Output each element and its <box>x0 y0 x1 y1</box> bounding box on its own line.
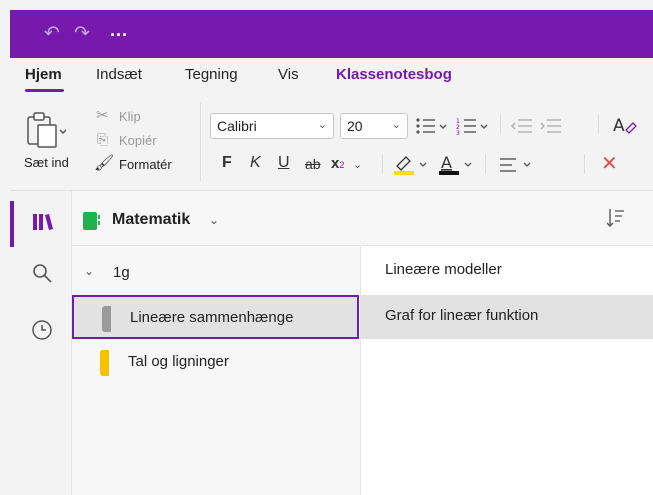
svg-text:A: A <box>441 153 452 172</box>
active-nav-indicator <box>10 201 14 247</box>
font-size-value: 20 <box>347 118 363 134</box>
bullet-list-icon <box>416 118 447 134</box>
title-bar: ↶ ↷ ... <box>10 10 653 58</box>
decrease-indent-icon <box>511 119 532 133</box>
divider <box>598 114 599 134</box>
alignment-button[interactable] <box>498 155 538 180</box>
tab-vis[interactable]: Vis <box>278 66 299 83</box>
notebook-title[interactable]: Matematik <box>112 211 190 229</box>
chevron-down-icon: ⌄ <box>317 119 327 131</box>
section-label: Lineære sammenhænge <box>130 309 294 326</box>
format-painter-icon: 🖌 <box>94 155 115 172</box>
sections-list: ⌄ 1g Lineære sammenhænge Tal og ligninge… <box>72 246 361 495</box>
notebook-panel: Matematik ⌄ ⌄ 1g Lineære sammenhænge Tal… <box>72 191 653 495</box>
undo-icon[interactable]: ↶ <box>44 24 60 44</box>
divider <box>200 103 201 181</box>
page-label: Graf for lineær funktion <box>385 307 539 324</box>
text-style-icon: A <box>613 116 637 136</box>
subscript-button[interactable]: x2 ⌄ <box>331 155 362 173</box>
tab-indsaet[interactable]: Indsæt <box>96 66 142 83</box>
clipboard-icon <box>27 112 67 148</box>
tab-hjem[interactable]: Hjem <box>25 66 62 83</box>
page-item-selected[interactable]: Graf for lineær funktion <box>361 295 653 339</box>
align-left-icon <box>500 158 531 172</box>
clock-icon[interactable] <box>31 319 53 341</box>
section-color-tab <box>102 306 111 332</box>
redo-icon[interactable]: ↷ <box>74 24 90 44</box>
copy-button[interactable]: Kopiér <box>119 133 157 148</box>
divider <box>500 114 501 134</box>
page-item[interactable]: Lineære modeller <box>361 249 653 293</box>
bullet-list-button[interactable] <box>415 116 451 141</box>
section-group-label: 1g <box>113 264 130 281</box>
format-painter-button[interactable]: Formatér <box>119 157 172 172</box>
section-group[interactable]: ⌄ 1g <box>72 254 361 290</box>
more-options-button[interactable]: ... <box>110 20 128 41</box>
font-family-value: Calibri <box>217 118 257 134</box>
divider <box>382 154 383 174</box>
section-item-numbers[interactable]: Tal og ligninger <box>72 341 359 385</box>
cut-button[interactable]: Klip <box>119 109 141 124</box>
section-item-linear[interactable]: Lineære sammenhænge <box>72 295 359 339</box>
strikethrough-button[interactable]: ab <box>305 156 321 172</box>
ribbon: Hjem Indsæt Tegning Vis Klassenotesbog S… <box>10 58 653 191</box>
paste-button[interactable] <box>24 110 67 150</box>
font-color-button[interactable]: A <box>438 152 478 181</box>
notebook-icon <box>83 212 100 230</box>
navigation-rail <box>10 191 72 495</box>
subscript-two-glyph: 2 <box>339 160 345 170</box>
highlighter-icon <box>394 156 427 175</box>
tab-klassenotesbog[interactable]: Klassenotesbog <box>336 66 452 83</box>
font-size-select[interactable]: 20 ⌄ <box>340 113 408 139</box>
chevron-down-icon: ⌄ <box>352 159 363 171</box>
chevron-down-icon: ⌄ <box>391 119 401 131</box>
svg-text:A: A <box>613 116 625 136</box>
page-label: Lineære modeller <box>385 261 502 278</box>
numbered-list-icon: 1 2 3 <box>456 118 488 137</box>
notebook-header[interactable]: Matematik ⌄ <box>72 191 653 246</box>
active-tab-indicator <box>25 89 64 92</box>
scissors-icon: ✂ <box>96 107 109 124</box>
copy-icon: ⎘ <box>97 131 109 147</box>
notebooks-icon[interactable] <box>32 211 54 233</box>
clear-formatting-button[interactable]: ✕ <box>601 151 618 176</box>
highlight-color-button[interactable] <box>393 152 433 181</box>
pages-list: Lineære modeller Graf for lineær funktio… <box>361 246 653 495</box>
section-label: Tal og ligninger <box>128 353 229 370</box>
decrease-indent-button[interactable] <box>510 116 534 141</box>
svg-text:3: 3 <box>456 130 460 136</box>
underline-button[interactable]: U <box>278 154 290 172</box>
italic-button[interactable]: K <box>250 154 261 172</box>
sort-icon[interactable] <box>607 207 625 229</box>
bold-button[interactable]: F <box>222 154 232 172</box>
font-color-icon: A <box>439 153 472 175</box>
search-icon[interactable] <box>32 263 54 285</box>
divider <box>584 154 585 174</box>
increase-indent-icon <box>540 119 561 133</box>
paste-label[interactable]: Sæt ind <box>24 155 69 170</box>
font-family-select[interactable]: Calibri ⌄ <box>210 113 334 139</box>
tab-tegning[interactable]: Tegning <box>185 66 238 83</box>
chevron-down-icon[interactable]: ⌄ <box>209 213 219 227</box>
numbered-list-button[interactable]: 1 2 3 <box>456 116 492 141</box>
section-color-tab <box>100 350 109 376</box>
chevron-down-icon[interactable]: ⌄ <box>84 264 94 278</box>
increase-indent-button[interactable] <box>539 116 563 141</box>
styles-button[interactable]: A <box>613 114 637 141</box>
divider <box>485 154 486 174</box>
